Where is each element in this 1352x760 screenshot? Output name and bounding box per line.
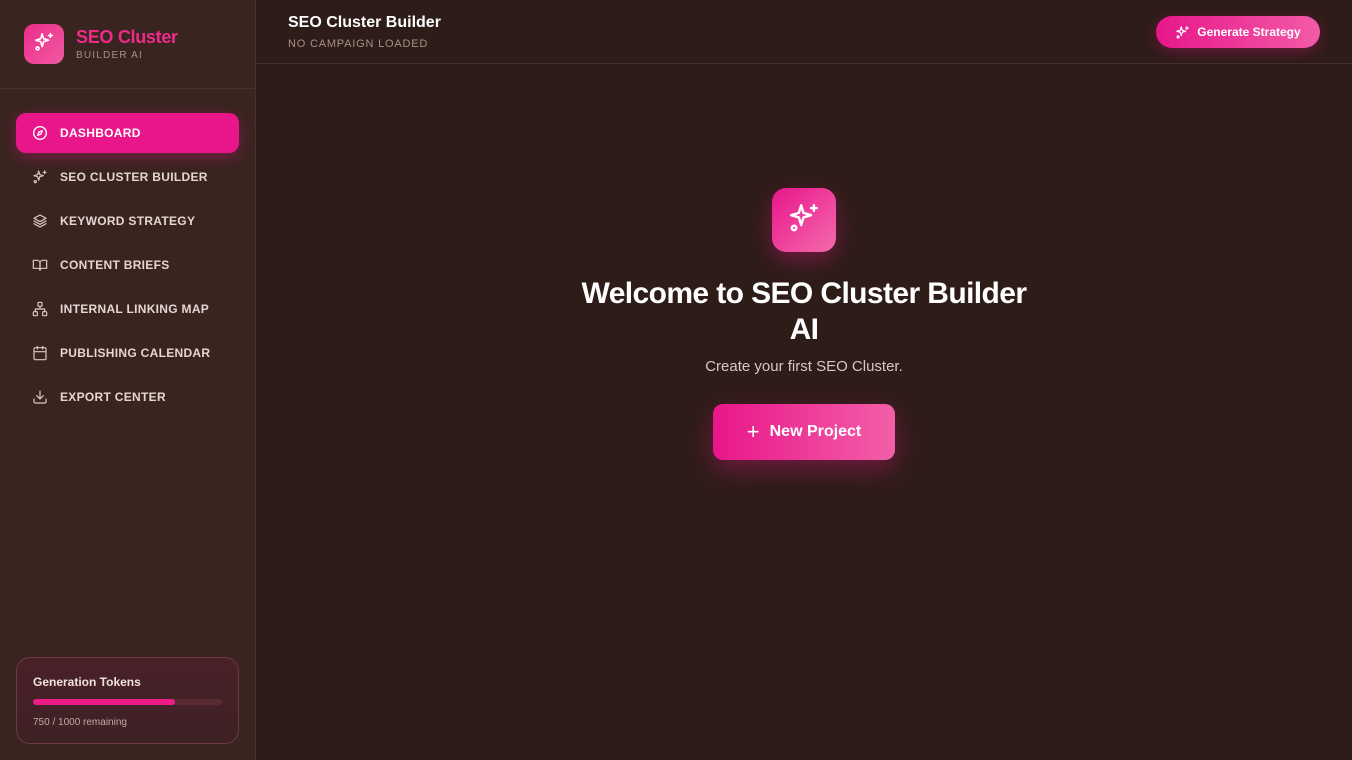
generate-strategy-label: Generate Strategy (1197, 25, 1301, 39)
compass-icon (32, 125, 48, 141)
top-bar: SEO Cluster Builder NO CAMPAIGN LOADED G… (256, 0, 1352, 64)
welcome-panel: Welcome to SEO Cluster Builder AI Create… (256, 64, 1352, 760)
plus-icon: + (746, 419, 760, 444)
page-title: SEO Cluster Builder (288, 14, 441, 31)
tokens-progress-fill (33, 699, 175, 705)
generation-tokens-card: Generation Tokens 750 / 1000 remaining (16, 657, 239, 744)
hero-logo (772, 188, 836, 252)
sidebar-item-internal-linking-map[interactable]: INTERNAL LINKING MAP (16, 289, 239, 329)
welcome-subtitle: Create your first SEO Cluster. (705, 358, 903, 375)
sidebar-item-label: DASHBOARD (60, 126, 141, 140)
sidebar-divider (0, 88, 255, 89)
brand-title: SEO Cluster (76, 27, 178, 47)
download-icon (32, 389, 48, 405)
welcome-heading: Welcome to SEO Cluster Builder AI (581, 277, 1027, 346)
sidebar-item-label: KEYWORD STRATEGY (60, 214, 196, 228)
sparkles-icon (32, 169, 48, 185)
sidebar-item-label: SEO CLUSTER BUILDER (60, 170, 208, 184)
brand-logo (24, 24, 64, 64)
sidebar-item-label: PUBLISHING CALENDAR (60, 346, 211, 360)
sidebar-item-label: INTERNAL LINKING MAP (60, 302, 210, 316)
new-project-label: New Project (769, 423, 862, 440)
new-project-button[interactable]: + New Project (713, 404, 895, 460)
sidebar-item-seo-cluster-builder[interactable]: SEO CLUSTER BUILDER (16, 157, 239, 197)
sidebar-item-keyword-strategy[interactable]: KEYWORD STRATEGY (16, 201, 239, 241)
brand-subtitle: BUILDER AI (76, 50, 144, 61)
sparkles-icon (33, 31, 55, 58)
sidebar-item-content-briefs[interactable]: CONTENT BRIEFS (16, 245, 239, 285)
book-open-icon (32, 257, 48, 273)
network-icon (32, 301, 48, 317)
sidebar-item-publishing-calendar[interactable]: PUBLISHING CALENDAR (16, 333, 239, 373)
layers-icon (32, 213, 48, 229)
tokens-title: Generation Tokens (33, 675, 141, 689)
tokens-progress-track (33, 699, 222, 705)
sidebar-item-label: CONTENT BRIEFS (60, 258, 170, 272)
sparkles-icon (787, 201, 821, 240)
sidebar: SEO Cluster BUILDER AI DASHBOARD SEO CLU… (0, 0, 256, 760)
sparkles-icon (1175, 25, 1190, 40)
sidebar-nav: DASHBOARD SEO CLUSTER BUILDER KEYWORD ST… (16, 113, 239, 421)
brand[interactable]: SEO Cluster BUILDER AI (24, 24, 178, 64)
calendar-icon (32, 345, 48, 361)
sidebar-item-label: EXPORT CENTER (60, 390, 166, 404)
sidebar-item-dashboard[interactable]: DASHBOARD (16, 113, 239, 153)
campaign-status: NO CAMPAIGN LOADED (288, 38, 429, 50)
generate-strategy-button[interactable]: Generate Strategy (1156, 16, 1320, 48)
tokens-remaining: 750 / 1000 remaining (33, 717, 127, 728)
sidebar-item-export-center[interactable]: EXPORT CENTER (16, 377, 239, 417)
